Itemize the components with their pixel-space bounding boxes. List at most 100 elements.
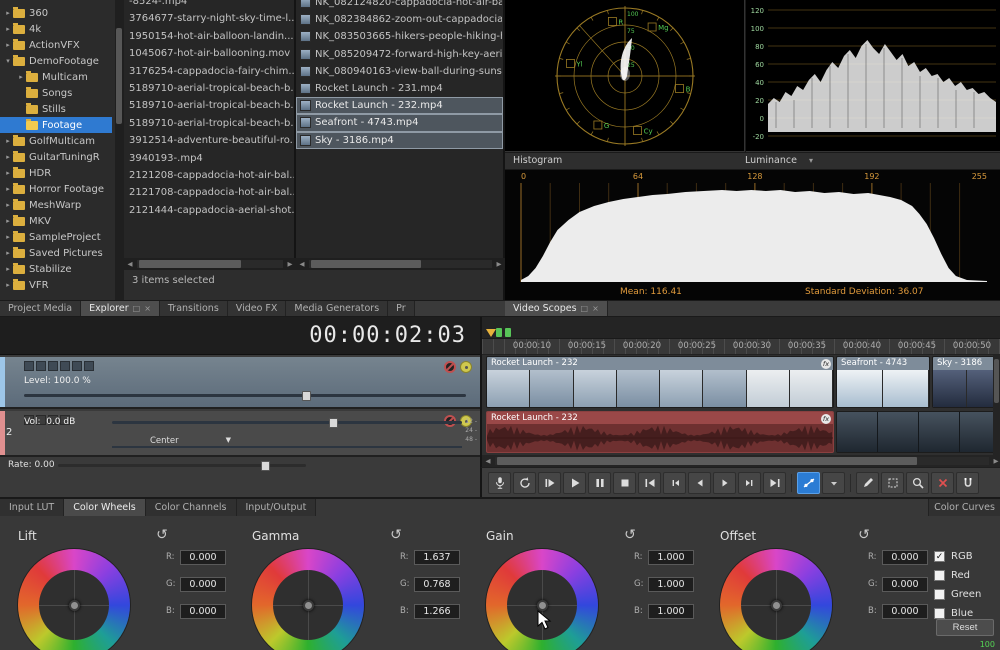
scrollbar-thumb[interactable] [497,457,917,465]
scrollbar-track[interactable] [495,457,989,465]
expander-icon[interactable]: ▾ [3,57,13,65]
expander-icon[interactable]: ▸ [3,281,13,289]
scroll-right-icon[interactable]: ▶ [284,260,296,268]
next-frame-button[interactable] [738,472,761,494]
file-list-item[interactable]: -8524-.mp4 [124,0,294,10]
audio-track-header[interactable]: 2 Vol: 0.0 dB Center ▼ [0,411,480,457]
channel-red[interactable]: Red [934,566,981,585]
media-item-nk-080940163-view-ball-during-sunse[interactable]: NK_080940163-view-ball-during-sunse... [296,63,503,80]
tab-explorer[interactable]: Explorer□× [81,301,160,316]
tab-project-media[interactable]: Project Media [0,301,81,316]
tree-item-stabilize[interactable]: ▸Stabilize [0,261,112,277]
tree-item-golfmulticam[interactable]: ▸GolfMulticam [0,133,112,149]
pan-handle-icon[interactable]: ▼ [226,436,231,444]
selection-tool-button[interactable] [881,472,904,494]
video-track-header[interactable]: Level: 100.0 % [0,357,480,409]
tree-item-mkv[interactable]: ▸MKV [0,213,112,229]
reset-button[interactable]: Reset [936,619,994,636]
level-slider[interactable] [24,394,466,397]
tab-input-output[interactable]: Input/Output [237,499,317,516]
file-list-item[interactable]: 1045067-hot-air-ballooning.mov [124,45,294,62]
wheel-center-knob[interactable] [537,600,548,611]
slider-handle[interactable] [261,461,270,471]
tree-item-demofootage[interactable]: ▾DemoFootage [0,53,112,69]
gain-color-wheel[interactable] [486,549,598,650]
file-list-right-hscrollbar[interactable]: ◀ ▶ [296,258,505,270]
pin-icon[interactable]: □ [133,304,141,313]
record-mic-button[interactable] [488,472,511,494]
expander-icon[interactable]: ▸ [3,41,13,49]
checkbox-icon[interactable]: ✓ [934,551,945,562]
histogram-channel-dropdown[interactable]: Luminance ▾ [745,155,813,166]
tree-item-actionvfx[interactable]: ▸ActionVFX [0,37,112,53]
play-from-start-button[interactable] [538,472,561,494]
lift-color-wheel[interactable] [18,549,130,650]
tree-scrollbar[interactable] [115,0,124,300]
tab-color-wheels[interactable]: Color Wheels [64,499,146,516]
gain-g-value[interactable]: 1.000 [648,577,694,592]
media-item-nk-085209472-forward-high-key-aeria[interactable]: NK_085209472-forward-high-key-aeria... [296,46,503,63]
scrollbar-thumb[interactable] [994,359,999,403]
gamma-color-wheel[interactable] [252,549,364,650]
audio-clip-rocket-launch-232[interactable]: Rocket Launch - 232fx [486,411,834,453]
channel-rgb[interactable]: ✓RGB [934,547,981,566]
gain-reset-icon[interactable]: ↺ [620,525,640,543]
volume-slider[interactable] [112,421,462,424]
tab-color-curves[interactable]: Color Curves [928,499,1000,516]
rate-slider[interactable] [58,464,306,467]
frame-back-button[interactable] [688,472,711,494]
wheel-center-knob[interactable] [303,600,314,611]
audio-track-lane[interactable]: Rocket Launch - 232fx [482,411,1000,455]
gamma-reset-icon[interactable]: ↺ [386,525,406,543]
tab-media-generators[interactable]: Media Generators [286,301,388,316]
file-list-item[interactable]: 3764677-starry-night-sky-time-l... [124,10,294,27]
expander-icon[interactable]: ▸ [3,169,13,177]
expander-icon[interactable]: ▸ [3,265,13,273]
offset-reset-icon[interactable]: ↺ [854,525,874,543]
checkbox-icon[interactable] [934,589,945,600]
scroll-right-icon[interactable]: ▶ [990,457,1000,465]
expander-icon[interactable]: ▸ [3,9,13,17]
checkbox-icon[interactable] [934,570,945,581]
media-item-rocket-launch-231-mp4[interactable]: Rocket Launch - 231.mp4 [296,80,503,97]
expander-icon[interactable]: ▸ [3,201,13,209]
tree-item-vfr[interactable]: ▸VFR [0,277,112,293]
envelope-tool-button[interactable] [797,472,820,494]
previous-frame-button[interactable] [663,472,686,494]
channel-green[interactable]: Green [934,585,981,604]
lift-r-value[interactable]: 0.000 [180,550,226,565]
tree-item-360[interactable]: ▸360 [0,5,112,21]
timeline-hscrollbar[interactable]: ◀ ▶ [482,455,1000,467]
close-icon[interactable]: × [592,304,599,313]
lift-b-value[interactable]: 0.000 [180,604,226,619]
media-item-sky-3186-mp4[interactable]: Sky - 3186.mp4 [296,132,503,149]
scrollbar-thumb[interactable] [311,260,421,268]
automation-icon[interactable] [460,361,472,373]
zoom-tool-button[interactable] [906,472,929,494]
video-clip-sky-3186[interactable]: Sky - 3186 [932,356,1000,408]
media-item-nk-082124820-cappadocia-hot-air-bal[interactable]: NK_082124820-cappadocia-hot-air-bal... [296,0,503,11]
go-to-start-button[interactable] [638,472,661,494]
wheel-center-knob[interactable] [771,600,782,611]
media-item-nk-082384862-zoom-out-cappadocia[interactable]: NK_082384862-zoom-out-cappadocia-... [296,11,503,28]
green-marker-icon[interactable] [496,328,502,337]
snap-toggle-button[interactable] [956,472,979,494]
tab-pr[interactable]: Pr [388,301,414,316]
scrollbar-track[interactable] [309,260,492,268]
expander-icon[interactable]: ▸ [3,217,13,225]
file-list-item[interactable]: 2121708-cappadocia-hot-air-bal... [124,184,294,201]
timeline-vscrollbar[interactable] [993,355,1000,455]
media-item-nk-083503665-hikers-people-hiking-h[interactable]: NK_083503665-hikers-people-hiking-h... [296,28,503,45]
wheel-center-knob[interactable] [69,600,80,611]
file-list-item[interactable]: 2121444-cappadocia-aerial-shot... [124,202,294,219]
file-list-left-hscrollbar[interactable]: ◀ ▶ [124,258,296,270]
marker-row[interactable] [482,317,1000,339]
scroll-left-icon[interactable]: ◀ [482,457,494,465]
edit-cursor-marker-icon[interactable] [486,329,496,337]
file-list-item[interactable]: 1950154-hot-air-balloon-landin... [124,28,294,45]
tab-video-fx[interactable]: Video FX [228,301,287,316]
tree-item-stills[interactable]: Stills [0,101,112,117]
expander-icon[interactable]: ▸ [3,249,13,257]
media-item-seafront-4743-mp4[interactable]: Seafront - 4743.mp4 [296,114,503,131]
expander-icon[interactable]: ▸ [3,233,13,241]
